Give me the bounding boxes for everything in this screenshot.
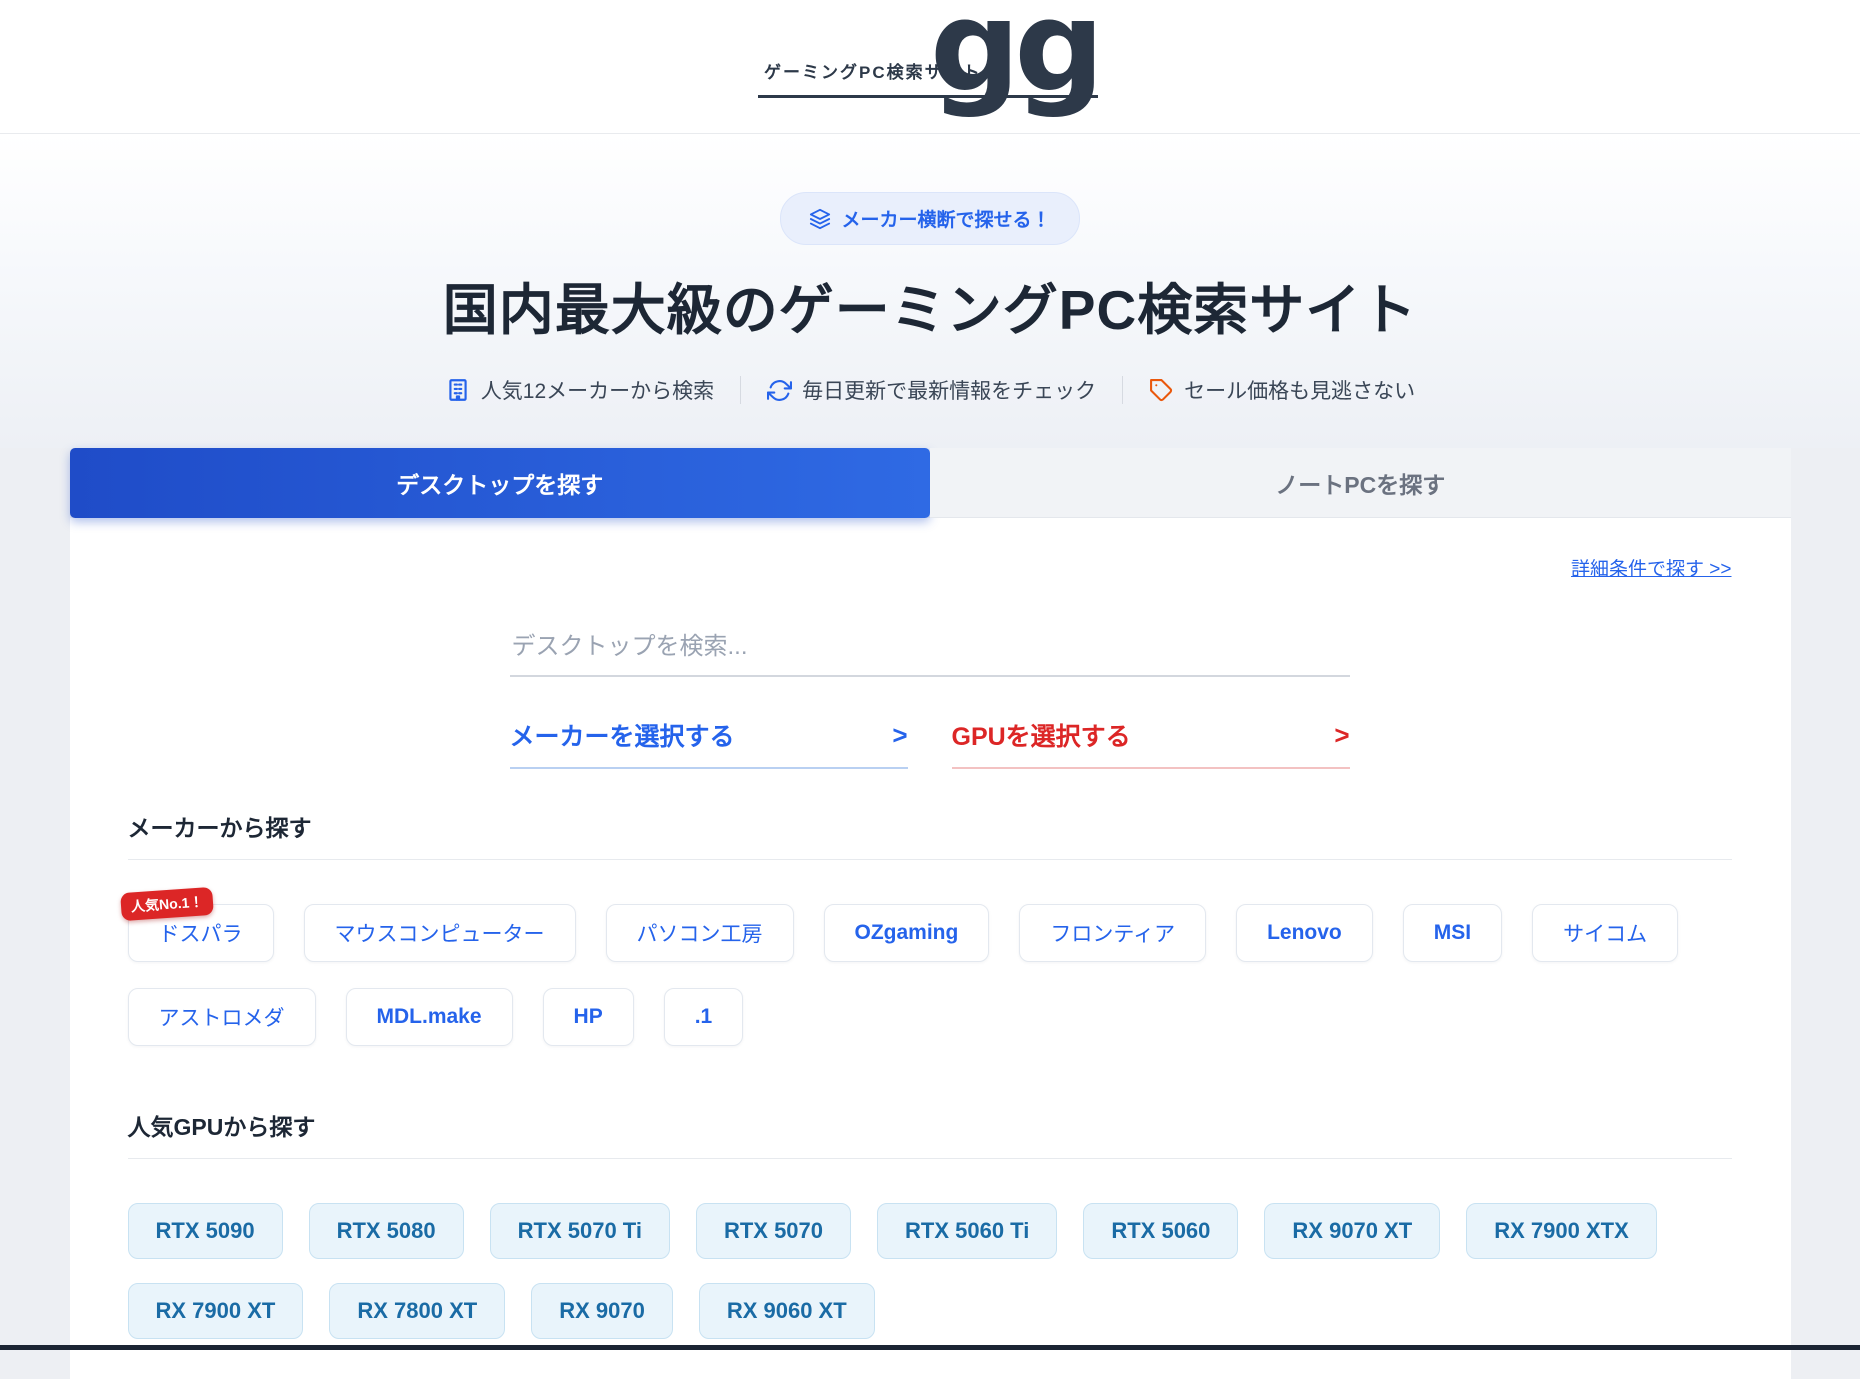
gpu-button[interactable]: RTX 5070 [696, 1203, 851, 1259]
maker-button-label: パソコン工房 [637, 923, 763, 946]
layers-icon [809, 208, 831, 230]
gpu-button[interactable]: RTX 5090 [128, 1203, 283, 1259]
tag-icon [1149, 378, 1174, 403]
search-wrap [510, 627, 1350, 677]
gpu-button[interactable]: RX 7900 XTX [1466, 1203, 1657, 1259]
feature-daily-update: 毎日更新で最新情報をチェック [767, 375, 1096, 405]
category-tabs: デスクトップを探す ノートPCを探す [70, 448, 1791, 518]
cross-maker-badge: メーカー横断で探せる！ [780, 192, 1079, 245]
gpu-section-heading: 人気GPUから探す [128, 1108, 1732, 1142]
maker-button[interactable]: .1 [664, 988, 744, 1046]
site-logo: ゲーミングPC検索サイト gg [758, 0, 1102, 134]
feature-divider [740, 376, 741, 404]
gpu-button[interactable]: RTX 5070 Ti [490, 1203, 670, 1259]
bottom-edge-bar [0, 1345, 1860, 1350]
gpu-button-label: RTX 5060 [1111, 1218, 1210, 1243]
section-divider [128, 1158, 1732, 1159]
gpu-button-label: RX 9070 XT [1292, 1218, 1412, 1243]
feature-sale-price: セール価格も見逃さない [1149, 375, 1415, 405]
maker-section-heading: メーカーから探す [128, 809, 1732, 843]
maker-button[interactable]: パソコン工房 [606, 904, 794, 962]
maker-section: メーカーから探す 人気No.1！ ドスパラ マウスコンピューター パソコン工房 [128, 809, 1732, 1046]
gpu-button-label: RTX 5080 [337, 1218, 436, 1243]
maker-button[interactable]: アストロメダ [128, 988, 316, 1046]
cross-maker-badge-label: メーカー横断で探せる！ [841, 205, 1050, 232]
maker-button-label: サイコム [1563, 923, 1647, 946]
tab-desktop[interactable]: デスクトップを探す [70, 448, 931, 518]
section-divider [128, 859, 1732, 860]
feature-label: セール価格も見逃さない [1184, 375, 1415, 405]
maker-button-label: MDL.make [377, 1005, 482, 1028]
maker-button[interactable]: サイコム [1532, 904, 1678, 962]
maker-button[interactable]: MDL.make [346, 988, 513, 1046]
refresh-icon [767, 378, 792, 403]
maker-select-button[interactable]: メーカーを選択する > [510, 717, 908, 769]
maker-button[interactable]: HP [543, 988, 634, 1046]
gpu-button[interactable]: RTX 5060 [1083, 1203, 1238, 1259]
gpu-button[interactable]: RX 7900 XT [128, 1283, 304, 1339]
feature-divider [1122, 376, 1123, 404]
logo-text: gg [930, 0, 1098, 110]
maker-button-label: HP [574, 1005, 603, 1028]
search-panel: 詳細条件で探す >> メーカーを選択する > GPUを選択する > メーカーから… [70, 518, 1791, 1379]
maker-select-label: メーカーを選択する [510, 717, 735, 753]
maker-button-label: OZgaming [855, 921, 959, 944]
maker-button-label: .1 [695, 1005, 713, 1028]
page-title: 国内最大級のゲーミングPC検索サイト [0, 265, 1860, 345]
gpu-button[interactable]: RX 9070 [531, 1283, 673, 1339]
maker-button[interactable]: Lenovo [1236, 904, 1373, 962]
tab-notebook[interactable]: ノートPCを探す [930, 448, 1791, 518]
maker-button[interactable]: フロンティア [1019, 904, 1206, 962]
maker-button[interactable]: MSI [1403, 904, 1502, 962]
maker-button-label: アストロメダ [159, 1007, 285, 1030]
gpu-button-label: RTX 5070 Ti [518, 1218, 642, 1243]
gpu-button-label: RX 9070 [559, 1298, 645, 1323]
gpu-button-label: RX 7900 XT [156, 1298, 276, 1323]
maker-button[interactable]: 人気No.1！ ドスパラ [128, 904, 274, 962]
gpu-button-label: RTX 5060 Ti [905, 1218, 1029, 1243]
gpu-section: 人気GPUから探す RTX 5090 RTX 5080 RTX 5070 Ti … [128, 1108, 1732, 1339]
maker-button[interactable]: マウスコンピューター [304, 904, 576, 962]
gpu-button-label: RX 7900 XTX [1494, 1218, 1629, 1243]
chevron-right-icon: > [1334, 720, 1349, 751]
maker-button-label: マウスコンピューター [335, 923, 545, 946]
gpu-button[interactable]: RX 9060 XT [699, 1283, 875, 1339]
hero-feature-list: 人気12メーカーから検索 毎日更新で最新情報をチェック セール価格も見逃さない [0, 375, 1860, 405]
advanced-link-row: 詳細条件で探す >> [128, 554, 1732, 581]
building-icon [445, 377, 471, 403]
maker-button-label: ドスパラ [159, 923, 243, 946]
gpu-select-label: GPUを選択する [952, 717, 1131, 753]
advanced-search-link[interactable]: 詳細条件で探す >> [1571, 559, 1731, 580]
gpu-button-label: RX 7800 XT [357, 1298, 477, 1323]
maker-button-label: Lenovo [1267, 921, 1342, 944]
feature-label: 毎日更新で最新情報をチェック [802, 375, 1096, 405]
selector-row: メーカーを選択する > GPUを選択する > [510, 717, 1350, 769]
maker-button-label: MSI [1434, 921, 1471, 944]
gpu-button[interactable]: RTX 5060 Ti [877, 1203, 1057, 1259]
feature-label: 人気12メーカーから検索 [481, 375, 714, 405]
maker-button-list: 人気No.1！ ドスパラ マウスコンピューター パソコン工房 OZgaming [128, 904, 1732, 1046]
hero-section: メーカー横断で探せる！ 国内最大級のゲーミングPC検索サイト 人気12メーカーか… [0, 134, 1860, 448]
gpu-button[interactable]: RX 7800 XT [329, 1283, 505, 1339]
gpu-select-button[interactable]: GPUを選択する > [952, 717, 1350, 769]
site-header: ゲーミングPC検索サイト gg [0, 0, 1860, 134]
gpu-button-label: RTX 5070 [724, 1218, 823, 1243]
gpu-button-label: RTX 5090 [156, 1218, 255, 1243]
popular-no1-badge: 人気No.1！ [120, 887, 214, 921]
gpu-button-label: RX 9060 XT [727, 1298, 847, 1323]
maker-button[interactable]: OZgaming [824, 904, 990, 962]
feature-maker-count: 人気12メーカーから検索 [445, 375, 714, 405]
gpu-button[interactable]: RX 9070 XT [1264, 1203, 1440, 1259]
chevron-right-icon: > [892, 720, 907, 751]
gpu-button[interactable]: RTX 5080 [309, 1203, 464, 1259]
gpu-button-list: RTX 5090 RTX 5080 RTX 5070 Ti RTX 5070 R… [128, 1203, 1732, 1339]
maker-button-label: フロンティア [1050, 923, 1175, 946]
search-input[interactable] [510, 627, 1350, 677]
